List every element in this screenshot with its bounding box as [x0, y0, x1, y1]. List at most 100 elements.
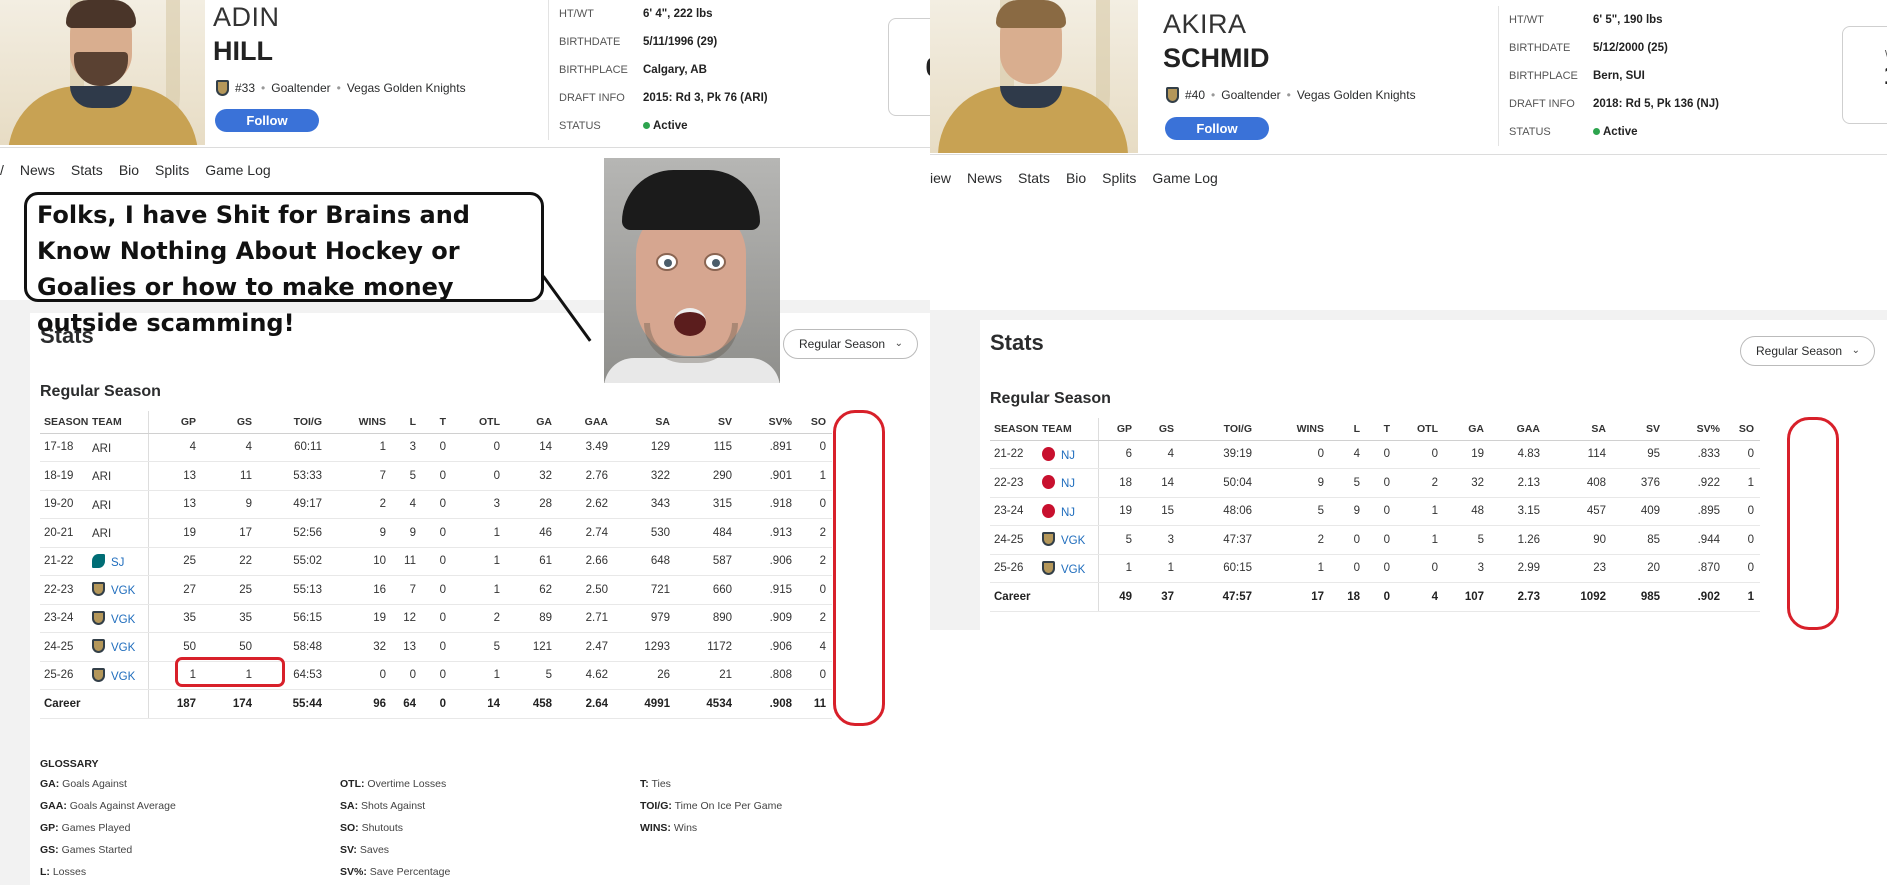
- cell-gs: 25: [202, 575, 258, 605]
- tab-news[interactable]: News: [20, 160, 55, 180]
- cell-t: 0: [422, 433, 452, 462]
- team-link[interactable]: VGK: [111, 585, 135, 597]
- cell-season: 24-25: [990, 525, 1042, 555]
- cell-gaa: 4.62: [558, 661, 614, 690]
- cell-gs: 1: [1138, 554, 1180, 583]
- column-header[interactable]: SO: [798, 411, 832, 434]
- team-link: ARI: [92, 442, 112, 455]
- team-link[interactable]: VGK: [111, 671, 135, 683]
- tab-overview[interactable]: /: [0, 160, 4, 180]
- column-header[interactable]: SV%: [1666, 418, 1726, 441]
- cell-l: 5: [392, 461, 422, 491]
- cell-sv: 315: [676, 490, 738, 519]
- cell-so: 0: [798, 575, 832, 605]
- column-header[interactable]: GAA: [1490, 418, 1546, 441]
- column-header[interactable]: TEAM: [1042, 418, 1099, 441]
- column-header[interactable]: SV: [1612, 418, 1666, 441]
- column-header[interactable]: SO: [1726, 418, 1760, 441]
- column-header[interactable]: GP: [148, 411, 202, 434]
- cell-sa: 26: [614, 661, 676, 690]
- column-header[interactable]: GS: [1138, 418, 1180, 441]
- bio-row: DRAFT INFO 2015: Rd 3, Pk 76 (ARI): [559, 92, 768, 104]
- cell-svp: .908: [738, 689, 798, 719]
- column-header[interactable]: SV: [676, 411, 738, 434]
- tab-splits[interactable]: Splits: [155, 160, 189, 180]
- cell-team: [92, 689, 149, 719]
- column-header[interactable]: WINS: [1258, 418, 1330, 441]
- tab-splits[interactable]: Splits: [1102, 168, 1136, 188]
- cell-ga: 61: [506, 547, 558, 576]
- tab-stats[interactable]: Stats: [71, 160, 103, 180]
- player-number: #40: [1185, 88, 1206, 102]
- column-header[interactable]: TOI/G: [1180, 418, 1258, 441]
- column-header[interactable]: WINS: [328, 411, 392, 434]
- column-header[interactable]: GP: [1098, 418, 1138, 441]
- tab-game-log[interactable]: Game Log: [1152, 168, 1217, 188]
- cell-sa: 408: [1546, 468, 1612, 498]
- column-header[interactable]: GAA: [558, 411, 614, 434]
- team-link[interactable]: VGK: [111, 642, 135, 654]
- tab-news[interactable]: News: [967, 168, 1002, 188]
- column-header[interactable]: L: [1330, 418, 1366, 441]
- table-row: 17-18 ARI 4 4 60:11 1 3 0 0 14 3.49 129 115.891 0: [40, 433, 832, 462]
- column-header[interactable]: SA: [1546, 418, 1612, 441]
- column-header[interactable]: SEASON: [40, 411, 92, 434]
- tab-stats[interactable]: Stats: [1018, 168, 1050, 188]
- column-header[interactable]: L: [392, 411, 422, 434]
- column-header[interactable]: TOI/G: [258, 411, 328, 434]
- tab-bio[interactable]: Bio: [1066, 168, 1086, 188]
- cell-ga: 89: [506, 604, 558, 633]
- cell-t: 0: [422, 547, 452, 576]
- tab-overview[interactable]: iew: [930, 168, 951, 188]
- cell-l: 64: [392, 689, 422, 719]
- column-header[interactable]: SEASON: [990, 418, 1042, 441]
- team-link[interactable]: NJ: [1061, 478, 1075, 490]
- column-header[interactable]: OTL: [452, 411, 506, 434]
- cell-sa: 23: [1546, 554, 1612, 583]
- cell-sv: 115: [676, 433, 738, 462]
- follow-button[interactable]: Follow: [1165, 117, 1269, 140]
- column-header[interactable]: OTL: [1396, 418, 1444, 441]
- active-status-icon: [1593, 128, 1600, 135]
- column-header[interactable]: GA: [506, 411, 558, 434]
- tab-bio[interactable]: Bio: [119, 160, 139, 180]
- cell-so: 2: [798, 604, 832, 633]
- player-team[interactable]: Vegas Golden Knights: [347, 81, 466, 95]
- cell-gaa: 3.15: [1490, 497, 1546, 526]
- cell-gp: 5: [1098, 525, 1138, 555]
- glossary-item: SV: Saves: [340, 844, 390, 856]
- cell-so: 0: [1726, 497, 1760, 526]
- cell-gp: 49: [1098, 582, 1138, 612]
- glossary-item: OTL: Overtime Losses: [340, 778, 447, 790]
- cell-season: 23-24: [40, 604, 92, 633]
- team-link[interactable]: VGK: [1061, 535, 1085, 547]
- cell-sv: 290: [676, 461, 738, 491]
- cell-gs: 4: [1138, 440, 1180, 469]
- follow-button[interactable]: Follow: [215, 109, 319, 132]
- cell-season: 18-19: [40, 461, 92, 491]
- cell-sa: 530: [614, 518, 676, 548]
- player-team[interactable]: Vegas Golden Knights: [1297, 88, 1416, 102]
- tab-game-log[interactable]: Game Log: [205, 160, 270, 180]
- column-header[interactable]: T: [1366, 418, 1396, 441]
- team-link[interactable]: VGK: [1061, 564, 1085, 576]
- team-link[interactable]: SJ: [111, 557, 124, 569]
- column-header[interactable]: GS: [202, 411, 258, 434]
- cell-ga: 107: [1444, 582, 1490, 612]
- team-link[interactable]: NJ: [1061, 507, 1075, 519]
- bio-row: BIRTHPLACE Bern, SUI: [1509, 70, 1645, 82]
- glossary-item: [640, 844, 840, 856]
- team-link[interactable]: VGK: [111, 614, 135, 626]
- team-link[interactable]: NJ: [1061, 450, 1075, 462]
- cell-sv: 95: [1612, 440, 1666, 469]
- column-header[interactable]: SA: [614, 411, 676, 434]
- season-stat-card: WI 0-: [888, 18, 930, 116]
- column-header[interactable]: GA: [1444, 418, 1490, 441]
- player-position: Goaltender: [1221, 88, 1281, 102]
- season-type-select[interactable]: Regular Season ⌄: [783, 329, 918, 359]
- season-type-select[interactable]: Regular Season ⌄: [1740, 336, 1875, 366]
- column-header[interactable]: TEAM: [92, 411, 149, 434]
- column-header[interactable]: SV%: [738, 411, 798, 434]
- column-header[interactable]: T: [422, 411, 452, 434]
- cell-w: 19: [328, 604, 392, 633]
